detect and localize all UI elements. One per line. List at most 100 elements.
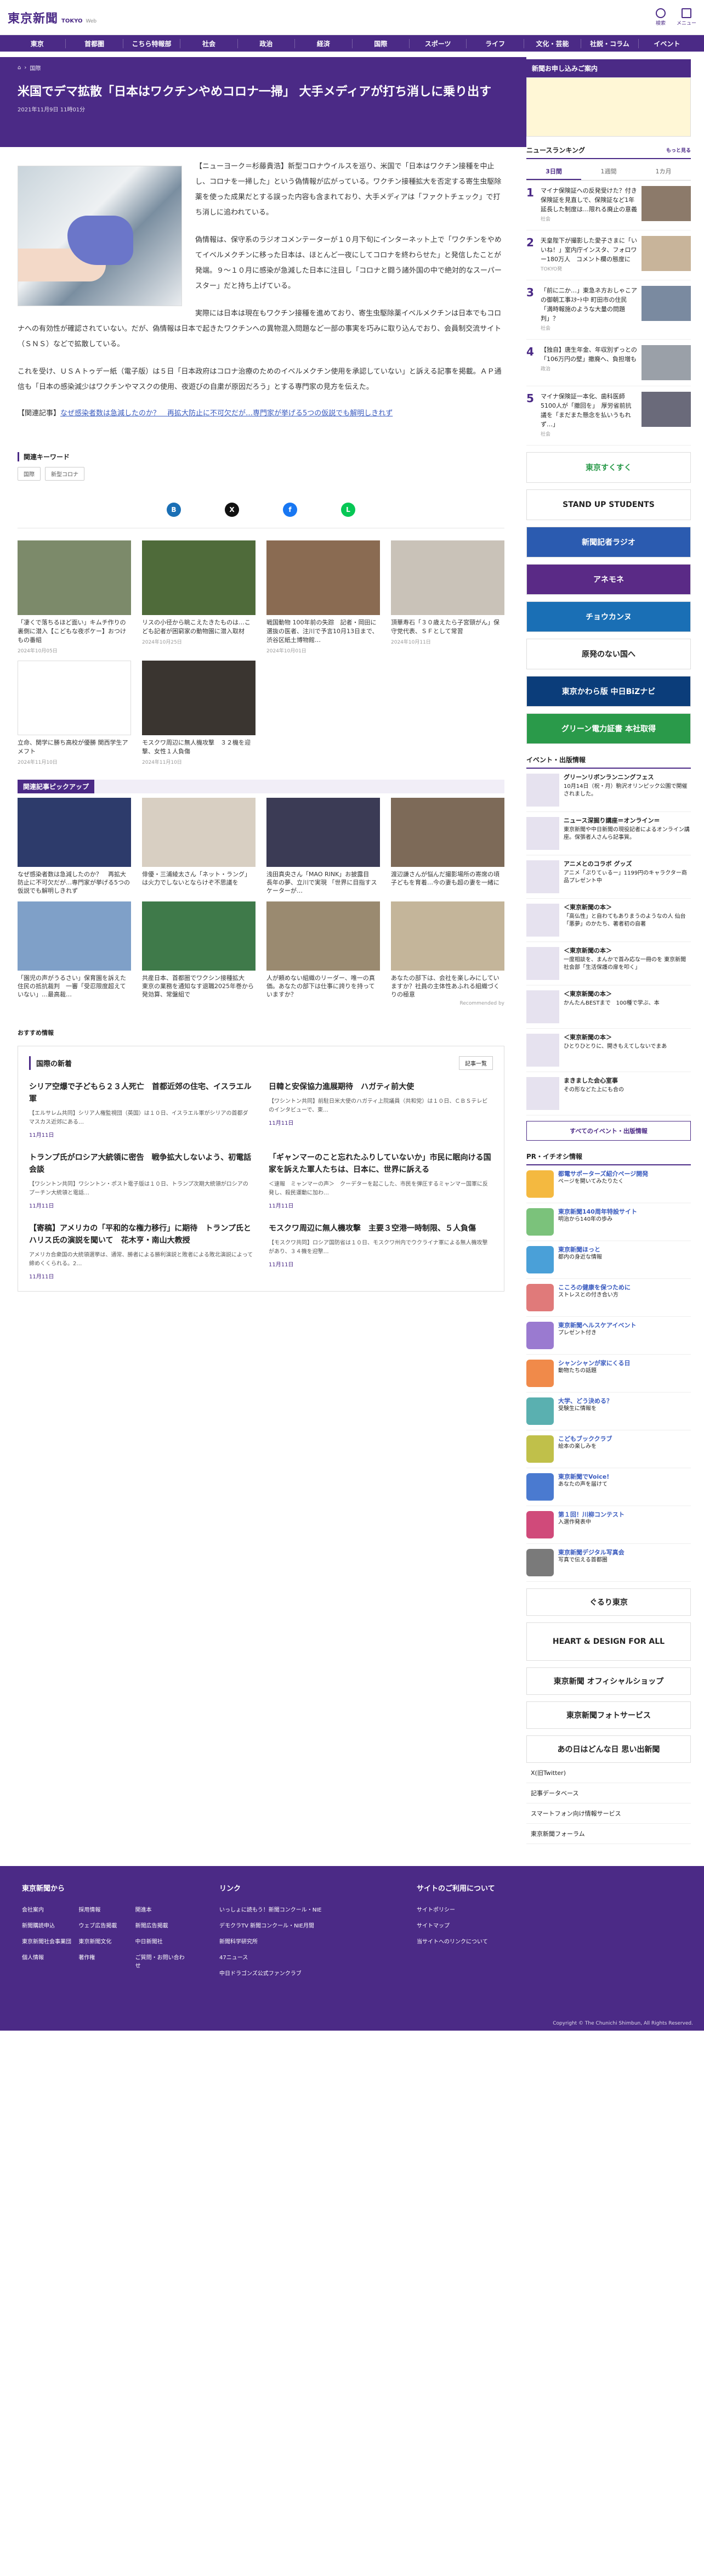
bottom-banner[interactable]: あの日はどんな日 思い出新聞 — [526, 1735, 691, 1763]
footer-link[interactable]: 47ニュース — [219, 1953, 384, 1961]
search-button[interactable]: 検索 — [655, 8, 666, 26]
subscription-banner[interactable] — [526, 77, 691, 137]
footer-link[interactable]: サイトマップ — [417, 1921, 581, 1929]
footer-link[interactable]: 当サイトへのリンクについて — [417, 1937, 581, 1945]
nav-item[interactable]: 文化・芸能 — [523, 38, 581, 48]
pickup-card[interactable]: 渡辺謙さんが悩んだ撮影場所の寄席の頃 子どもを育着…今の妻も超の妻を一緒に — [391, 798, 506, 895]
related-card[interactable]: モスクワ周辺に無人機攻撃 ３２機を迎撃、女性１人負傷 2024年11月10日 — [142, 661, 256, 765]
pr-item[interactable]: 都電サポーターズ紹介ページ開発 ページを開いてみたりたく — [526, 1165, 691, 1203]
sidebar-banner[interactable]: 東京かわら版 中日BiZナビ — [526, 676, 691, 707]
footer-link[interactable]: デモクラTV 新聞コンクール・NIE月間 — [219, 1921, 384, 1929]
news-item[interactable]: モスクワ周辺に無人機攻撃 主要３空港一時制限、５人負傷 【モスクワ共同】ロシア国防… — [269, 1222, 493, 1280]
more-articles-button[interactable]: 記事一覧 — [459, 1056, 493, 1070]
nav-item[interactable]: 社会 — [180, 38, 237, 48]
ranking-item[interactable]: 4 【独自】唐生年金、年収別ずっとの「106万円の壁」撤廃へ、負担増も 政治 — [526, 340, 691, 386]
hatena-share-icon[interactable]: B — [167, 503, 181, 517]
tab-1month[interactable]: 1カ月 — [636, 164, 691, 180]
facebook-share-icon[interactable]: f — [283, 503, 297, 517]
event-item[interactable]: まきました会心室事 その形などた上にも合の — [526, 1072, 691, 1115]
pr-item[interactable]: 東京新聞140周年特設サイト 明治から140年の歩み — [526, 1203, 691, 1241]
pickup-card[interactable]: 「園児の声がうるさい」保育園を訴えた住民の抵抗裁判 一審「受忍限度超えていない」… — [18, 901, 131, 999]
pr-item[interactable]: 第１回！川柳コンテスト 入選作発表中 — [526, 1506, 691, 1544]
related-article-link[interactable]: なぜ感染者数は急減したのか？ 再拡大防止に不可欠だが…専門家が挙げる5つの仮説で… — [60, 409, 393, 418]
event-item[interactable]: ＜東京新聞の本＞ 一度相談を、まんかで首み応な一冊のを 東京新聞社会部「生活保護の… — [526, 942, 691, 985]
ranking-item[interactable]: 1 マイナ保険証への反発受けた？付き保険証を見直しで、保険証など1年延長した制度は… — [526, 181, 691, 230]
ranking-item[interactable]: 2 天皇陛下が撮影した愛子さまに「いいね！」室内庁インスタ、フォロワー180万人 … — [526, 230, 691, 280]
event-item[interactable]: ＜東京新聞の本＞ かんたんBESTまで 100種で学ぶ、本 — [526, 985, 691, 1029]
footer-link[interactable]: 中日新聞社 — [135, 1937, 186, 1945]
bottom-link[interactable]: 記事データベース — [526, 1783, 691, 1803]
footer-link[interactable]: 著作権 — [78, 1953, 129, 1969]
related-card[interactable]: 頂華寿石「３０歳えたら子宮頸がん」保守党代表、ＳＦとして常習 2024年10月11… — [391, 540, 504, 654]
footer-link[interactable]: 東京新聞社会事業団 — [22, 1937, 73, 1945]
footer-link[interactable]: 東京新聞文化 — [78, 1937, 129, 1945]
ranking-item[interactable]: 5 マイナ保険証一本化、歯科医師5100人が「撤回を」 厚労省前抗議を「まだまた懸… — [526, 386, 691, 446]
pickup-card[interactable]: あなたの部下は、会社を楽しみにしていますか？社員の主体性あふれる組織づくりの極意 — [391, 901, 504, 999]
nav-item[interactable]: イベント — [638, 38, 695, 48]
footer-link[interactable]: 新聞科学研究所 — [219, 1937, 384, 1945]
event-item[interactable]: グリーンリボンランニングフェス 10月14日（祝・月）駒沢オリンピック公園で開催さ… — [526, 769, 691, 812]
footer-link[interactable]: ご質問・お問い合わせ — [135, 1953, 186, 1969]
news-item[interactable]: 【寄稿】アメリカの「平和的な権力移行」に期待 トランプ氏とハリス氏の演説を聞いて… — [29, 1222, 253, 1280]
footer-link[interactable]: 中日ドラゴンズ公式ファンクラブ — [219, 1969, 384, 1977]
pr-item[interactable]: こどもブッククラブ 絵本の楽しみを — [526, 1430, 691, 1468]
pickup-card[interactable]: 俳優・三浦綾太さん「ネット・ラング」は火力でしないとならけぞ不思議を — [142, 798, 256, 895]
footer-link[interactable]: 会社案内 — [22, 1905, 73, 1913]
tab-3days[interactable]: 3日間 — [526, 164, 581, 180]
related-card[interactable]: 立命、関学に勝ち高校が優勝 関西学生アメフト 2024年11月10日 — [18, 661, 131, 765]
pickup-card[interactable]: 人が頼めない組織のリーダー、唯一の真価。あなたの部下は仕事に誇りを持っていますか… — [266, 901, 380, 999]
bottom-link[interactable]: X(旧Twitter) — [526, 1763, 691, 1783]
pickup-card[interactable]: なぜ感染者数は急減したのか？ 再拡大防止に不可欠だが…専門家が挙げる5つの仮説で… — [18, 798, 131, 895]
sidebar-banner[interactable]: チョウカンヌ — [526, 601, 691, 632]
line-share-icon[interactable]: L — [341, 503, 355, 517]
sidebar-banner[interactable]: アネモネ — [526, 564, 691, 595]
bottom-banner[interactable]: 東京新聞フォトサービス — [526, 1701, 691, 1729]
news-item[interactable]: 日韓と安保協力進展期待 ハガティ前大使 【ワシントン共同】前駐日米大使のハガティ上… — [269, 1081, 493, 1138]
keyword-tag[interactable]: 国際 — [18, 467, 41, 481]
sidebar-banner[interactable]: 原発のない国へ — [526, 639, 691, 669]
sidebar-banner[interactable]: STAND UP STUDENTS — [526, 489, 691, 520]
subscription-promo-heading[interactable]: 新聞お申し込みご案内 — [526, 59, 691, 77]
footer-link[interactable]: 開進本 — [135, 1905, 186, 1913]
pickup-card[interactable]: 浅田真央さん「MAO RINK」お披露目 長年の夢、立川で実現 「世界に目指すス… — [266, 798, 380, 895]
event-item[interactable]: ＜東京新聞の本＞ ひとりひとりに、開きもえてしないでまあ — [526, 1029, 691, 1072]
breadcrumb-item[interactable]: 国際 — [30, 64, 41, 72]
pr-item[interactable]: 東京新聞でVoice! あなたの声を届けて — [526, 1468, 691, 1506]
nav-item[interactable]: 政治 — [237, 38, 294, 48]
pr-item[interactable]: 東京新聞ヘルスケアイベント プレゼント付き — [526, 1317, 691, 1355]
bottom-banner[interactable]: 東京新聞 オフィシャルショップ — [526, 1667, 691, 1695]
related-card[interactable]: リスの小径から眺こえたきたものは…こども記者が困窮家の動物園に潜入取材 2024年… — [142, 540, 256, 654]
ranking-item[interactable]: 3 「前に二か…」東急ネ方おしゃこアの御朝工事ｽﾀｰﾄ中 町田市の住民「満時報施の… — [526, 280, 691, 340]
pr-item[interactable]: 大学、どう決める？ 受験生に情報を — [526, 1393, 691, 1430]
footer-link[interactable]: 個人情報 — [22, 1953, 73, 1969]
x-share-icon[interactable]: X — [225, 503, 239, 517]
footer-link[interactable]: 新聞購読申込 — [22, 1921, 73, 1929]
footer-link[interactable]: 新聞広告掲載 — [135, 1921, 186, 1929]
event-item[interactable]: ＜東京新聞の本＞ 「高仏性」と自わてもありまうのようなの人 仙台「悪夢」のかたち、… — [526, 899, 691, 942]
bottom-banner[interactable]: HEART & DESIGN FOR ALL — [526, 1622, 691, 1661]
all-events-button[interactable]: すべてのイベント・出版情報 — [526, 1121, 691, 1141]
event-item[interactable]: ニュース深掘り講座＝オンライン＝ 東京新聞や中日新聞の現役記者によるオンライン講座… — [526, 812, 691, 855]
home-icon[interactable]: ⌂ — [18, 65, 21, 71]
nav-item[interactable]: こちら特報部 — [122, 38, 180, 48]
bottom-banner[interactable]: ぐるり東京 — [526, 1588, 691, 1616]
pr-item[interactable]: シャンシャンが家にくる日 動物たちの話題 — [526, 1355, 691, 1393]
bottom-link[interactable]: スマートフォン向け情報サービス — [526, 1803, 691, 1824]
tab-1week[interactable]: 1週間 — [581, 164, 636, 180]
pickup-card[interactable]: 共産日本、首都圏でワクシン接種拡大 東京の業務を通知なす退職2025年巻から発効… — [142, 901, 256, 999]
news-item[interactable]: 「ギャンマーのこと忘れたふりしていないか」市民に眠向ける国家を訴えた軍人たちは、… — [269, 1152, 493, 1209]
nav-item[interactable]: 国際 — [351, 38, 409, 48]
bottom-link[interactable]: 東京新聞フォーラム — [526, 1824, 691, 1844]
sidebar-banner[interactable]: グリーン電力証書 本社取得 — [526, 713, 691, 744]
news-item[interactable]: トランプ氏がロシア大統領に密告 戦争拡大しないよう、初電話会談 【ワシントン共同】… — [29, 1152, 253, 1209]
nav-item[interactable]: スポーツ — [408, 38, 466, 48]
news-item[interactable]: シリア空爆で子どもら２３人死亡 首都近郊の住宅、イスラエル軍 【エルサレム共同】シ… — [29, 1081, 253, 1138]
nav-item[interactable]: ライフ — [466, 38, 523, 48]
nav-item[interactable]: 社説・コラム — [581, 38, 638, 48]
event-item[interactable]: アニメとのコラボ グッズ アニメ「ぷりてぃるー」1199円のキャラクター商品プレゼ… — [526, 855, 691, 899]
related-card[interactable]: 戦国動物 100年前の失踪 記者・岡田に選抜の医者、注川で予言10月13日まで、… — [266, 540, 380, 654]
pr-item[interactable]: 東京新聞ほっと 都内の身近な情報 — [526, 1241, 691, 1279]
footer-link[interactable]: 採用情報 — [78, 1905, 129, 1913]
footer-link[interactable]: ウェブ広告掲載 — [78, 1921, 129, 1929]
pr-item[interactable]: 東京新聞デジタル写真会 写真で伝える首都圏 — [526, 1544, 691, 1582]
